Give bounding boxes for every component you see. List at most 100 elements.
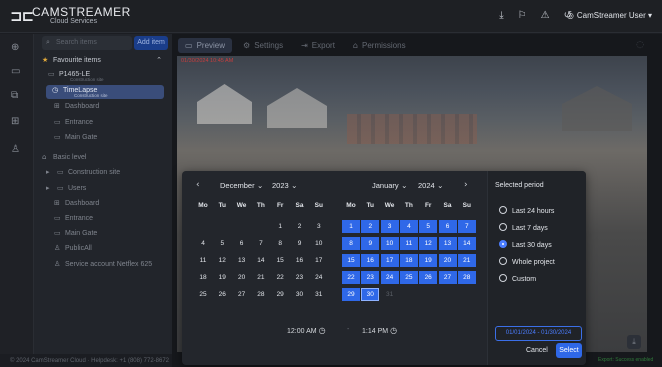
year-select[interactable]: 2024 ⌄ <box>418 181 443 190</box>
day-cell[interactable]: 15 <box>271 254 289 267</box>
end-time[interactable]: 1:14 PM ◷ <box>362 326 397 335</box>
day-cell[interactable]: 6 <box>438 220 457 233</box>
day-cell[interactable]: 20 <box>233 271 251 284</box>
tab-settings[interactable]: ⚙ Settings <box>236 38 290 53</box>
fav-item-p1465[interactable]: ▭ P1465-LE Construction site <box>42 70 168 82</box>
day-cell[interactable]: 21 <box>457 254 476 267</box>
day-cell[interactable]: 9 <box>361 237 380 250</box>
day-cell[interactable]: 25 <box>194 288 212 301</box>
radio-button[interactable] <box>499 240 507 248</box>
day-cell[interactable]: 30 <box>291 288 309 301</box>
megaphone-icon[interactable]: ⚐ <box>518 10 527 21</box>
day-cell[interactable]: 4 <box>194 237 212 250</box>
period-option[interactable]: Last 30 days <box>499 240 552 249</box>
month-select[interactable]: January ⌄ <box>372 181 407 190</box>
day-cell[interactable]: 12 <box>419 237 438 250</box>
day-cell[interactable]: 3 <box>380 220 399 233</box>
prev-month-icon[interactable]: ‹ <box>196 180 200 190</box>
day-cell[interactable]: 29 <box>271 288 289 301</box>
basic-level[interactable]: ⌂ Basic level <box>42 153 168 161</box>
warning-icon[interactable]: ⚠ <box>541 10 550 21</box>
fav-item-entrance[interactable]: ▭ Entrance <box>42 118 168 126</box>
day-cell[interactable]: 29 <box>342 288 360 301</box>
period-option[interactable]: Last 24 hours <box>499 206 554 215</box>
day-cell[interactable]: 27 <box>438 271 457 284</box>
cancel-button[interactable]: Cancel <box>526 347 548 354</box>
day-cell[interactable]: 19 <box>419 254 438 267</box>
tree-dashboard[interactable]: ⊞ Dashboard <box>42 199 168 207</box>
day-cell[interactable]: 7 <box>457 220 476 233</box>
day-cell[interactable]: 11 <box>399 237 418 250</box>
tree-construction-site[interactable]: ▸ ▭ Construction site <box>42 168 168 176</box>
day-cell[interactable]: 7 <box>252 237 270 250</box>
day-cell[interactable]: 22 <box>271 271 289 284</box>
day-cell[interactable]: 4 <box>399 220 418 233</box>
day-cell[interactable]: 8 <box>342 237 360 250</box>
day-cell[interactable]: 13 <box>233 254 251 267</box>
day-cell[interactable]: 27 <box>233 288 251 301</box>
period-option[interactable]: Last 7 days <box>499 223 548 232</box>
download-icon[interactable]: ⤓ <box>627 335 641 349</box>
day-cell[interactable]: 8 <box>271 237 289 250</box>
day-cell[interactable]: 1 <box>342 220 360 233</box>
tab-preview[interactable]: ▭ Preview <box>178 38 233 53</box>
day-cell[interactable]: 16 <box>291 254 309 267</box>
camera-icon[interactable]: ▭ <box>11 66 20 77</box>
day-cell[interactable]: 28 <box>457 271 476 284</box>
day-cell[interactable]: 23 <box>361 271 380 284</box>
day-cell[interactable]: 17 <box>380 254 399 267</box>
tree-publicall[interactable]: ♙ PublicAll <box>42 244 168 252</box>
tree-main-gate[interactable]: ▭ Main Gate <box>42 229 168 237</box>
tree-service-account[interactable]: ♙ Service account Netflex 625 <box>42 260 168 268</box>
day-cell[interactable]: 18 <box>194 271 212 284</box>
fav-item-dashboard[interactable]: ⊞ Dashboard <box>42 102 168 110</box>
day-cell[interactable]: 17 <box>310 254 328 267</box>
period-option[interactable]: Custom <box>499 274 536 283</box>
day-cell[interactable]: 13 <box>438 237 457 250</box>
day-cell[interactable]: 12 <box>213 254 231 267</box>
day-cell[interactable]: 31 <box>310 288 328 301</box>
day-cell[interactable]: 10 <box>380 237 399 250</box>
globe-icon[interactable]: ⊕ <box>11 42 19 53</box>
tree-entrance[interactable]: ▭ Entrance <box>42 214 168 222</box>
day-cell[interactable]: 1 <box>271 220 289 233</box>
day-cell[interactable]: 19 <box>213 271 231 284</box>
day-cell[interactable]: 3 <box>310 220 328 233</box>
favourite-items-header[interactable]: ★ Favourite items ⌃ <box>42 56 168 64</box>
day-cell[interactable]: 21 <box>252 271 270 284</box>
day-cell[interactable]: 20 <box>438 254 457 267</box>
tree-users[interactable]: ▸ ▭ Users <box>42 184 168 192</box>
day-cell[interactable]: 10 <box>310 237 328 250</box>
day-cell[interactable]: 26 <box>419 271 438 284</box>
select-button[interactable]: Select <box>556 343 582 358</box>
tab-export[interactable]: ⇥ Export <box>294 38 342 53</box>
tab-permissions[interactable]: ⌂ Permissions <box>346 38 413 53</box>
day-cell[interactable]: 24 <box>310 271 328 284</box>
gallery-icon[interactable]: ⧉ <box>11 90 18 101</box>
add-item-button[interactable]: Add item <box>134 36 168 50</box>
radio-button[interactable] <box>499 223 507 231</box>
users-icon[interactable]: ♙ <box>11 144 20 155</box>
day-cell[interactable]: 14 <box>252 254 270 267</box>
day-cell[interactable]: 11 <box>194 254 212 267</box>
day-cell[interactable]: 9 <box>291 237 309 250</box>
day-cell[interactable]: 24 <box>380 271 399 284</box>
day-cell[interactable]: 18 <box>399 254 418 267</box>
fav-item-timelapse[interactable]: ◷ TimeLapse Construction site <box>46 85 164 99</box>
day-cell[interactable]: 5 <box>213 237 231 250</box>
help-icon[interactable]: ◌ <box>636 40 644 50</box>
day-cell[interactable]: 15 <box>342 254 360 267</box>
day-cell[interactable]: 30 <box>361 288 380 301</box>
day-cell[interactable]: 26 <box>213 288 231 301</box>
period-option[interactable]: Whole project <box>499 257 555 266</box>
day-cell[interactable]: 16 <box>361 254 380 267</box>
year-select[interactable]: 2023 ⌄ <box>272 181 297 190</box>
search-input[interactable]: ⌕ Search items <box>42 36 132 50</box>
radio-button[interactable] <box>499 257 507 265</box>
next-month-icon[interactable]: › <box>464 180 468 190</box>
day-cell[interactable]: 22 <box>342 271 360 284</box>
radio-button[interactable] <box>499 274 507 282</box>
day-cell[interactable]: 2 <box>361 220 380 233</box>
dashboard-icon[interactable]: ⊞ <box>11 116 19 127</box>
radio-button[interactable] <box>499 206 507 214</box>
